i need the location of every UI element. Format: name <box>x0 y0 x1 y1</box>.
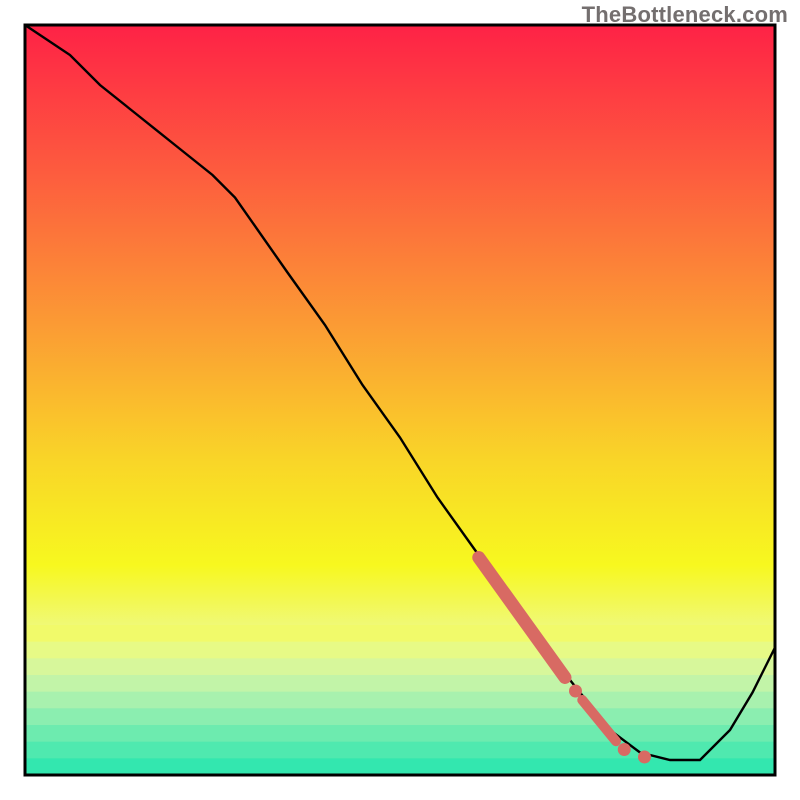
dot-c <box>638 751 651 764</box>
band <box>25 692 775 709</box>
band <box>25 742 775 759</box>
green-banding <box>25 625 775 776</box>
watermark-text: TheBottleneck.com <box>582 2 788 28</box>
band <box>25 758 775 775</box>
band <box>25 625 775 642</box>
chart-container: TheBottleneck.com <box>0 0 800 800</box>
band <box>25 708 775 725</box>
band <box>25 658 775 675</box>
dot-a <box>569 685 582 698</box>
plot-area <box>25 25 775 776</box>
chart-svg <box>0 0 800 800</box>
band <box>25 642 775 659</box>
band <box>25 725 775 742</box>
band <box>25 675 775 692</box>
dot-b <box>618 743 631 756</box>
